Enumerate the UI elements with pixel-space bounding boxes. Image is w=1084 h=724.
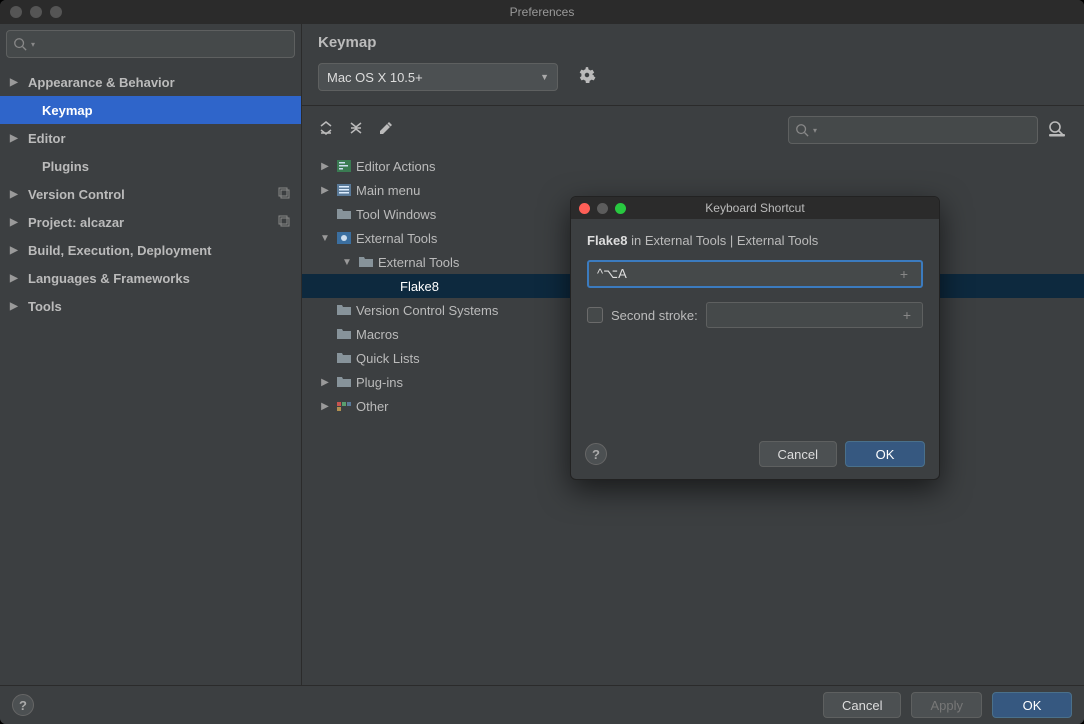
close-icon[interactable] [10, 6, 22, 18]
keymap-tree-label: Plug-ins [356, 375, 403, 390]
window-title: Preferences [0, 5, 1084, 19]
footer: ? Cancel Apply OK [0, 685, 1084, 724]
folder-icon [336, 350, 352, 366]
sidebar-item-build-execution-deployment[interactable]: ▶ Build, Execution, Deployment [0, 236, 301, 264]
sidebar-item-version-control[interactable]: ▶ Version Control [0, 180, 301, 208]
sidebar-item-appearance-behavior[interactable]: ▶ Appearance & Behavior [0, 68, 301, 96]
dialog-help-button[interactable]: ? [585, 443, 607, 465]
chevron-right-icon: ▶ [10, 77, 24, 88]
blank-icon [380, 278, 396, 294]
collapse-all-button[interactable] [348, 120, 368, 140]
chevron-right-icon: ▶ [318, 377, 332, 388]
dialog-ok-button[interactable]: OK [845, 441, 925, 467]
chevron-down-icon: ▼ [318, 233, 332, 244]
folder-icon [336, 374, 352, 390]
find-by-shortcut-button[interactable] [1048, 120, 1068, 140]
sidebar-item-label: Appearance & Behavior [28, 75, 175, 90]
shortcut-value: ^⌥A [597, 266, 627, 282]
keymap-tree-label: Quick Lists [356, 351, 420, 366]
keymap-scheme-select[interactable]: Mac OS X 10.5+ ▼ [318, 63, 558, 91]
keyboard-shortcut-dialog: Keyboard Shortcut Flake8 in External Too… [570, 196, 940, 480]
sidebar-item-label: Languages & Frameworks [28, 271, 190, 286]
search-icon [795, 123, 809, 137]
help-button[interactable]: ? [12, 694, 34, 716]
keymap-tree-label: Flake8 [400, 279, 439, 294]
keymap-tree-label: Main menu [356, 183, 420, 198]
keymap-scheme-label: Mac OS X 10.5+ [327, 70, 423, 85]
sidebar-item-label: Tools [28, 299, 62, 314]
keymap-tree-label: Editor Actions [356, 159, 436, 174]
chevron-right-icon: ▶ [10, 245, 24, 256]
second-stroke-checkbox[interactable] [587, 307, 603, 323]
folder-icon [336, 326, 352, 342]
second-stroke-label: Second stroke: [611, 308, 698, 323]
sidebar-item-label: Editor [28, 131, 66, 146]
dialog-context: Flake8 in External Tools | External Tool… [587, 233, 923, 248]
titlebar: Preferences [0, 0, 1084, 24]
chevron-right-icon: ▶ [10, 273, 24, 284]
other-icon [336, 398, 352, 414]
second-stroke-input[interactable]: + [706, 302, 923, 328]
sidebar-item-label: Version Control [28, 187, 125, 202]
keymap-tree-label: External Tools [356, 231, 437, 246]
edit-button[interactable] [378, 120, 398, 140]
sidebar-item-editor[interactable]: ▶ Editor [0, 124, 301, 152]
chevron-right-icon: ▶ [10, 217, 24, 228]
dialog-titlebar: Keyboard Shortcut [571, 197, 939, 219]
keymap-tree-label: Other [356, 399, 389, 414]
sidebar-item-label: Build, Execution, Deployment [28, 243, 211, 258]
expand-all-button[interactable] [318, 120, 338, 140]
sidebar: ▾ ▶ Appearance & Behavior Keymap ▶ Editor Plu… [0, 24, 302, 685]
add-shortcut-icon[interactable]: + [895, 265, 913, 283]
traffic-lights [0, 6, 62, 18]
editor-icon [336, 158, 352, 174]
keymap-tree-label: Macros [356, 327, 399, 342]
keymap-tree-label: Tool Windows [356, 207, 436, 222]
dialog-title: Keyboard Shortcut [571, 201, 939, 215]
ext-icon [336, 230, 352, 246]
dialog-cancel-button[interactable]: Cancel [759, 441, 837, 467]
sidebar-item-keymap[interactable]: Keymap [0, 96, 301, 124]
first-stroke-input[interactable]: ^⌥A + [587, 260, 923, 288]
chevron-right-icon: ▶ [10, 189, 24, 200]
chevron-right-icon: ▶ [10, 301, 24, 312]
action-search[interactable]: ▾ [788, 116, 1038, 144]
project-scope-icon [277, 214, 291, 228]
zoom-icon[interactable] [50, 6, 62, 18]
scheme-gear-button[interactable] [578, 66, 600, 88]
add-shortcut-icon[interactable]: + [898, 306, 916, 324]
sidebar-item-label: Keymap [42, 103, 93, 118]
sidebar-item-project-alcazar[interactable]: ▶ Project: alcazar [0, 208, 301, 236]
ok-button[interactable]: OK [992, 692, 1072, 718]
sidebar-item-languages-frameworks[interactable]: ▶ Languages & Frameworks [0, 264, 301, 292]
apply-button[interactable]: Apply [911, 692, 982, 718]
preferences-window: Preferences ▾ ▶ Appearance & Behavior Keym… [0, 0, 1084, 724]
folder-icon [336, 302, 352, 318]
sidebar-item-tools[interactable]: ▶ Tools [0, 292, 301, 320]
chevron-right-icon: ▶ [318, 401, 332, 412]
keymap-tree-label: Version Control Systems [356, 303, 498, 318]
cancel-button[interactable]: Cancel [823, 692, 901, 718]
search-icon [13, 37, 27, 51]
page-title: Keymap [302, 24, 1084, 57]
project-scope-icon [277, 186, 291, 200]
sidebar-item-plugins[interactable]: Plugins [0, 152, 301, 180]
chevron-right-icon: ▶ [10, 133, 24, 144]
chevron-down-icon: ▼ [340, 257, 354, 268]
chevron-right-icon: ▶ [318, 185, 332, 196]
menu-icon [336, 182, 352, 198]
chevron-right-icon: ▶ [318, 161, 332, 172]
minimize-icon[interactable] [30, 6, 42, 18]
chevron-down-icon: ▼ [540, 72, 549, 82]
sidebar-item-label: Plugins [42, 159, 89, 174]
sidebar-search[interactable]: ▾ [6, 30, 295, 58]
keymap-tree-item-editor-actions[interactable]: ▶ Editor Actions [302, 154, 1084, 178]
folder-icon [336, 206, 352, 222]
keymap-tree-label: External Tools [378, 255, 459, 270]
folder-icon [358, 254, 374, 270]
sidebar-item-label: Project: alcazar [28, 215, 124, 230]
